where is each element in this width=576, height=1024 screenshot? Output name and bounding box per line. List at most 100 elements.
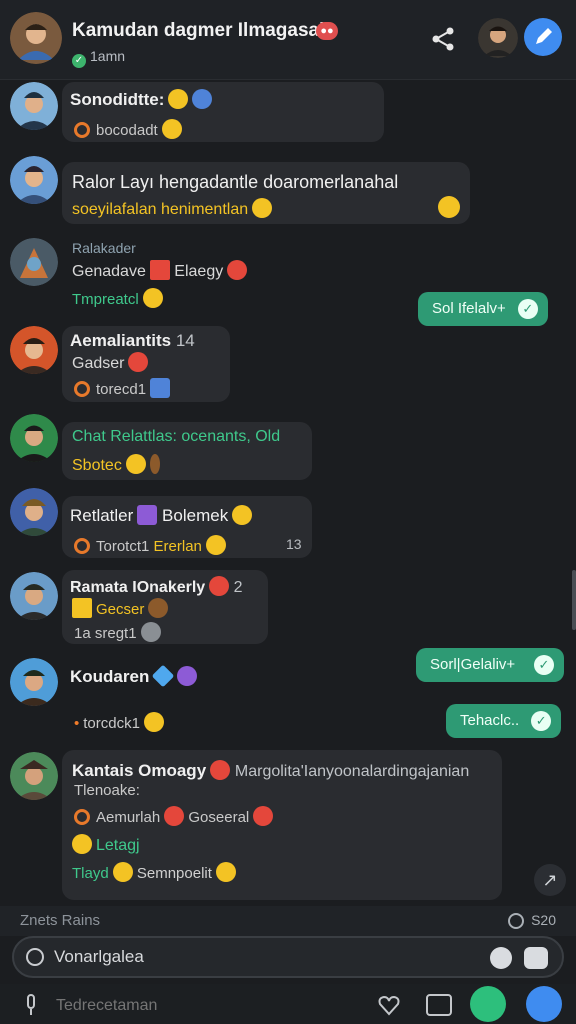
avatar[interactable]	[10, 238, 58, 286]
message-line: Tmpreatcl	[72, 291, 139, 308]
message-line: Letagj	[96, 837, 140, 854]
sender-name-text: Retlatler	[70, 506, 134, 525]
emoji-button[interactable]	[470, 986, 506, 1022]
angry-emoji-icon	[128, 352, 149, 372]
message-text: torecd1	[74, 378, 171, 398]
message-text: Aemurlah Goseeral	[74, 806, 274, 826]
fox-emoji-icon	[164, 806, 185, 826]
compose-button[interactable]	[524, 18, 562, 56]
composer-bar	[0, 984, 576, 1024]
message-line: Goseeral	[188, 809, 250, 826]
sender-tag: Margolita'Ianyoonalardingajanian	[234, 763, 470, 780]
message-line: bocodadt	[96, 122, 158, 139]
sender-tag: Bolemek	[162, 506, 229, 525]
message-text: Letagj	[72, 834, 140, 855]
smile-emoji-icon	[205, 535, 226, 555]
message-line: 1a sregt1	[74, 625, 137, 642]
message-line: Aemurlah	[96, 809, 161, 826]
smile-emoji-icon	[215, 862, 236, 882]
message-line: Gadser	[72, 355, 125, 372]
message-text: Tlenoake:	[74, 782, 140, 799]
heart-icon[interactable]	[376, 992, 402, 1018]
scrollbar[interactable]	[572, 570, 576, 630]
sender-tag: 14	[175, 331, 195, 350]
pen-icon	[536, 28, 552, 44]
sender-name: Koudaren	[70, 664, 198, 688]
eye-icon	[508, 913, 524, 929]
sender-name: Sonodidtte:	[70, 89, 213, 110]
image-icon[interactable]	[426, 994, 452, 1016]
outgoing-text: Sol Ifelalv+	[432, 300, 506, 317]
sender-name: Ramata IOnakerly 2	[70, 576, 243, 597]
chat-header: Kamudan dagmer Ilmagasai ●● ✓ 1amn	[0, 0, 576, 80]
message-text: Torotct1 Ererlan	[74, 535, 226, 555]
message-line: Torotct1	[96, 538, 150, 555]
smile-emoji-icon	[232, 505, 253, 525]
outgoing-message[interactable]: Sol Ifelalv+ ✓	[418, 292, 548, 326]
check-icon: ✓	[534, 655, 554, 675]
message-line: Semnpoelit	[136, 865, 212, 882]
hand-emoji-icon	[149, 454, 160, 474]
face-emoji-icon	[148, 598, 169, 618]
status-text: 1amn	[90, 48, 126, 64]
message-time: 13	[286, 536, 302, 552]
clock-icon	[26, 948, 44, 966]
flame-emoji-icon	[209, 576, 230, 596]
chat-status: ✓ 1amn	[72, 48, 125, 68]
message-line: Elaegy	[174, 263, 224, 280]
outgoing-message[interactable]: Tehaclc.. ✓	[446, 704, 562, 738]
share-icon[interactable]	[428, 24, 458, 54]
message-line: soeyilafalan henimentlan	[72, 201, 249, 218]
message-line: Genadave	[72, 263, 146, 280]
globe-emoji-icon	[192, 89, 213, 109]
avatar[interactable]	[10, 82, 58, 130]
ring-icon	[74, 809, 90, 825]
outgoing-text: Sorl|Gelaliv+	[430, 656, 516, 673]
flag-emoji-icon	[210, 760, 231, 780]
sender-name: Retlatler Bolemek	[70, 505, 253, 526]
group-avatar[interactable]	[10, 12, 62, 64]
mic-icon[interactable]	[22, 994, 40, 1016]
message-text: soeyilafalan henimentlan	[72, 198, 273, 219]
message-text: bocodadt	[74, 119, 182, 139]
check-icon: ✓	[517, 299, 538, 319]
sticker-icon[interactable]	[524, 947, 548, 969]
avatar[interactable]	[10, 414, 58, 462]
avatar[interactable]	[10, 572, 58, 620]
message-input[interactable]	[56, 994, 356, 1018]
sender-name: Aemaliantits 14	[70, 331, 195, 351]
avatar[interactable]	[10, 156, 58, 204]
ring-icon	[74, 381, 90, 397]
message-line: Ererlan	[153, 538, 202, 555]
typing-indicator: Znets Rains S20	[0, 906, 576, 936]
message-text: Sbotec	[72, 454, 160, 475]
scroll-down-button[interactable]: ↗	[534, 864, 566, 896]
star-emoji-icon	[137, 505, 158, 525]
send-button[interactable]	[526, 986, 562, 1022]
cross-emoji-icon	[72, 598, 92, 618]
reaction-emoji-icon[interactable]	[438, 196, 460, 218]
frame-emoji-icon	[150, 378, 171, 398]
avatar[interactable]	[10, 326, 58, 374]
sender-name-text: Aemaliantits	[70, 331, 172, 350]
outgoing-message[interactable]: Sorl|Gelaliv+ ✓	[416, 648, 564, 682]
emoji-icon[interactable]	[490, 947, 512, 969]
avatar[interactable]	[10, 488, 58, 536]
sender-name-text: Chat Relattlas:	[72, 428, 177, 445]
message-line: torecd1	[96, 381, 147, 398]
laugh-emoji-icon	[125, 454, 146, 474]
message-search-bar[interactable]	[12, 936, 564, 978]
check-icon: ✓	[531, 711, 552, 731]
message-text: 1a sregt1	[74, 622, 161, 642]
grin-emoji-icon	[161, 119, 182, 139]
outgoing-text: Tehaclc..	[460, 712, 520, 729]
sender-name-text: Koudaren	[70, 667, 150, 686]
notification-badge: ●●	[316, 22, 338, 40]
search-input[interactable]	[54, 945, 474, 969]
star-emoji-icon	[72, 834, 92, 854]
avatar[interactable]	[10, 658, 58, 706]
sender-tag: ocenants, Old	[181, 428, 281, 445]
smile-emoji-icon	[142, 288, 163, 308]
profile-avatar[interactable]	[478, 18, 518, 58]
avatar[interactable]	[10, 752, 58, 800]
